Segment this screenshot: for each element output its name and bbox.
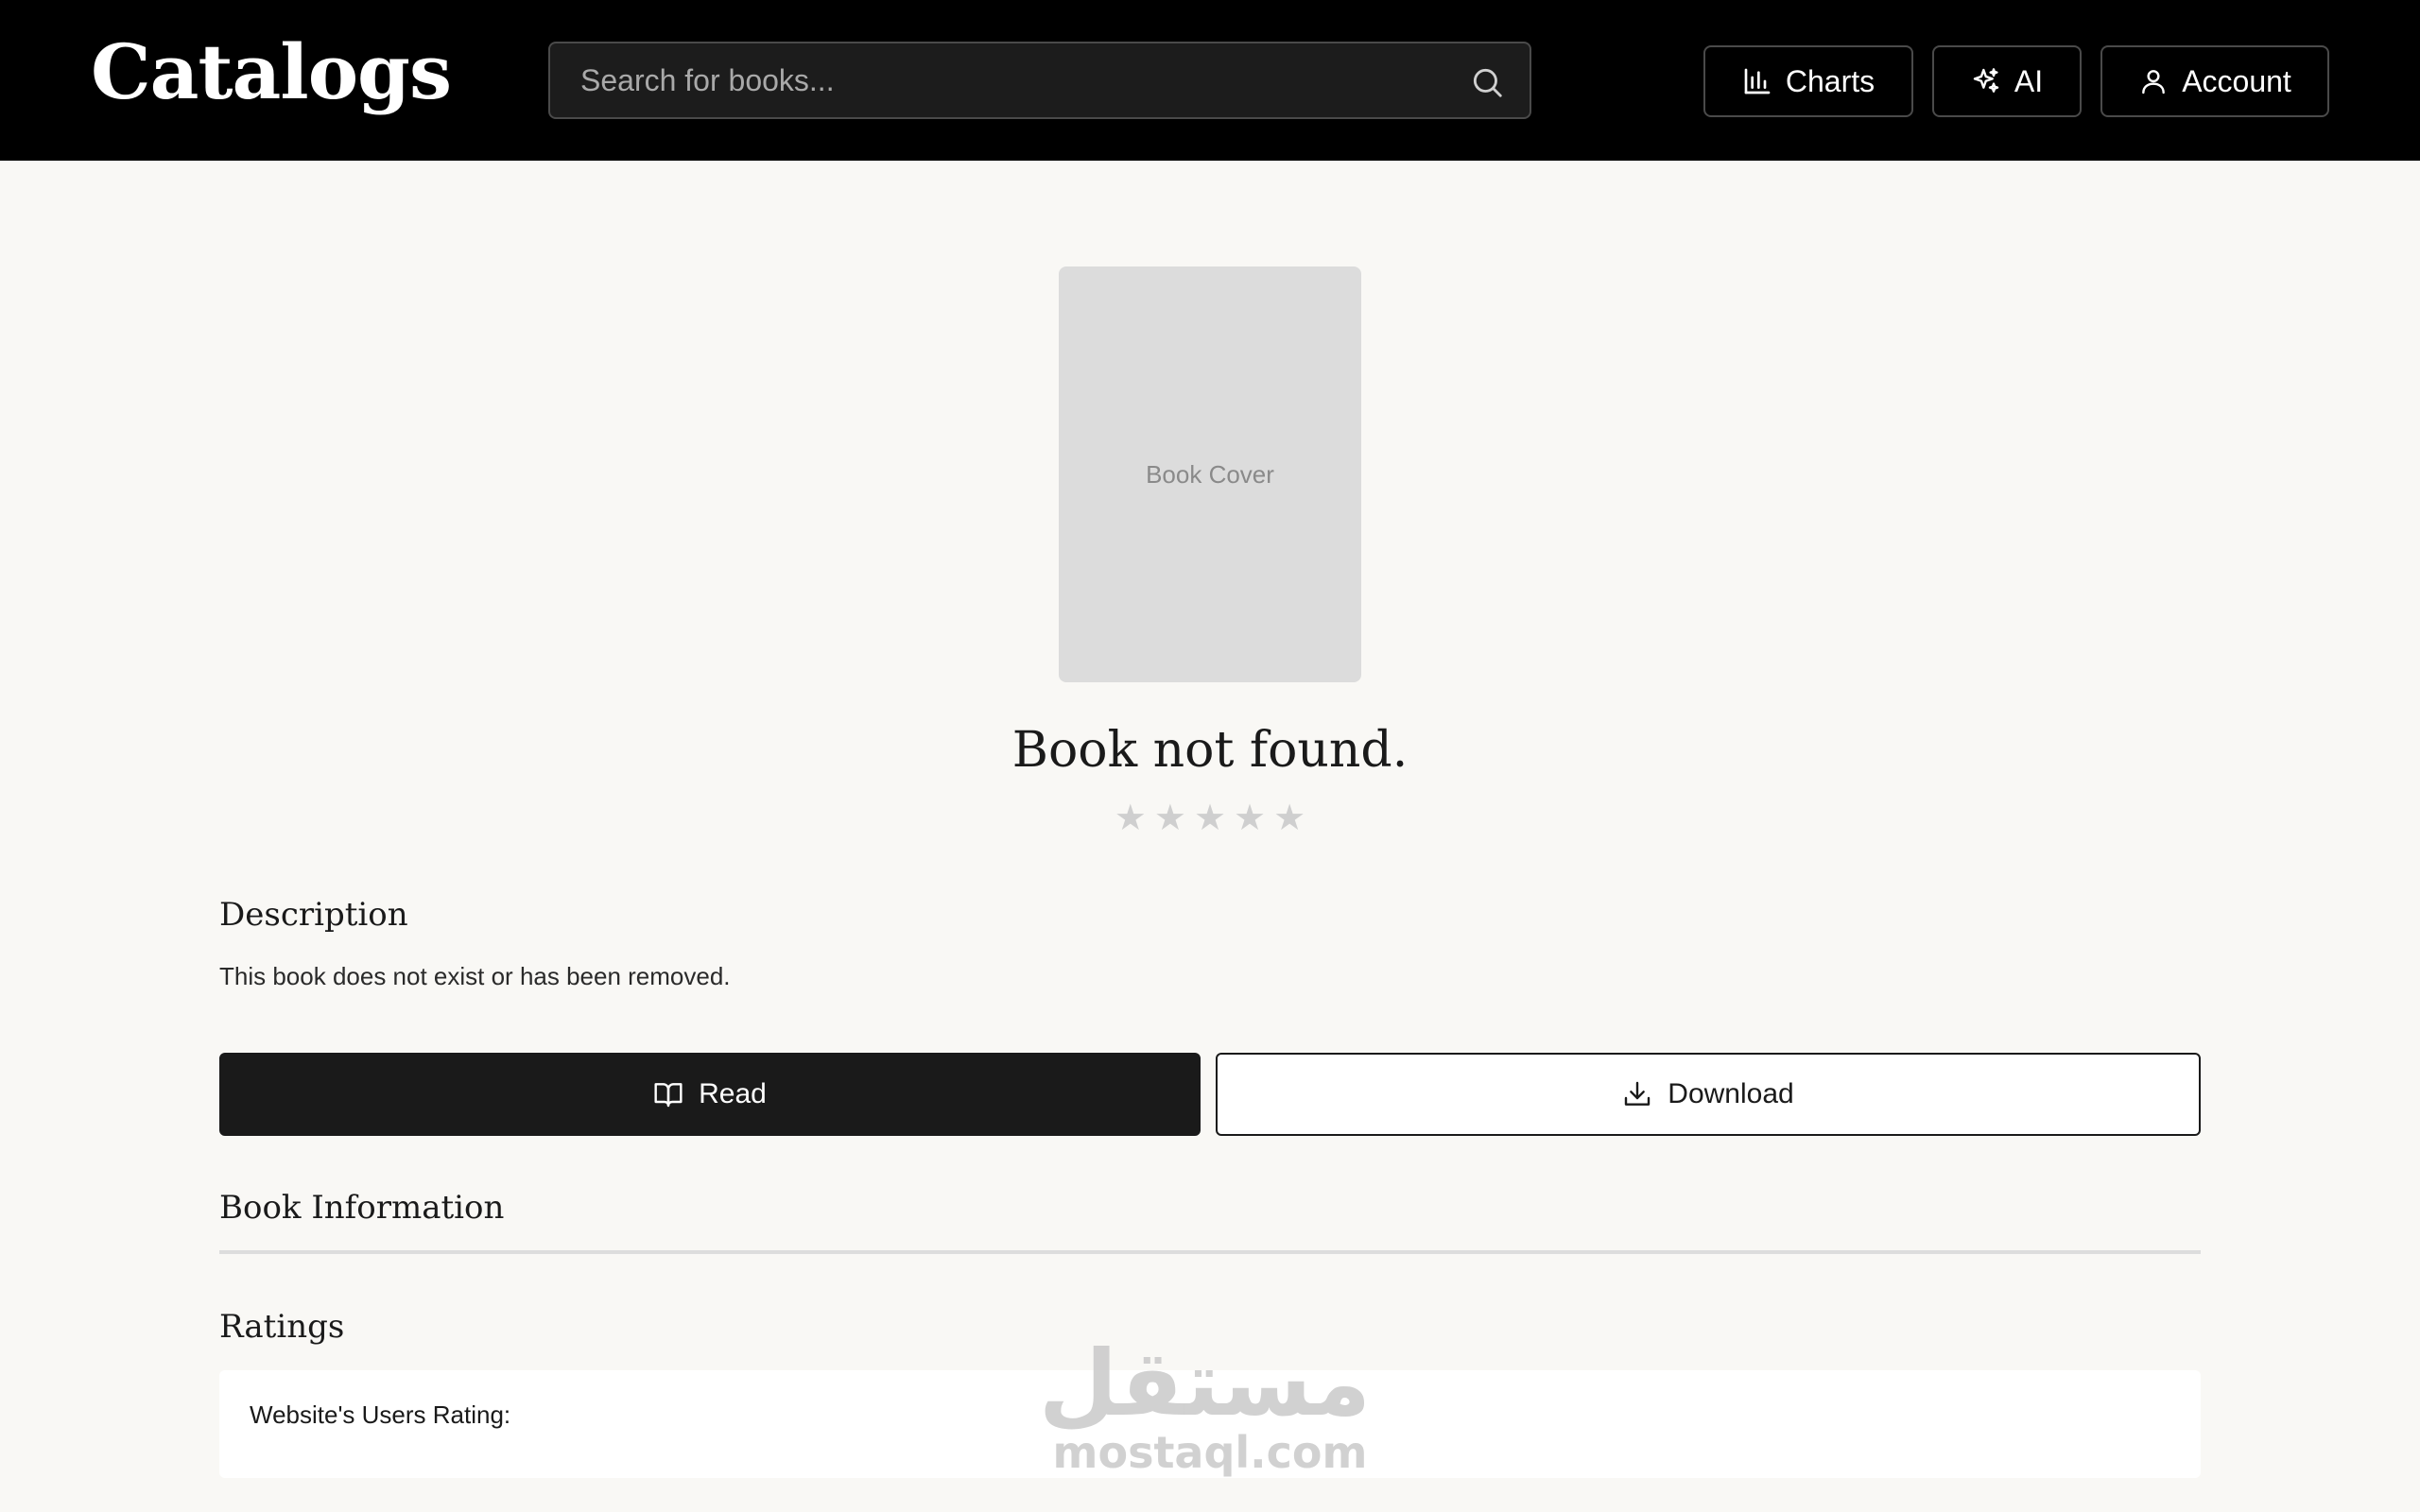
open-book-icon — [654, 1083, 683, 1108]
star-rating[interactable]: ★ ★ ★ ★ ★ — [0, 799, 2420, 835]
search-icon[interactable] — [1469, 64, 1505, 100]
download-button[interactable]: Download — [1216, 1053, 2201, 1136]
read-button[interactable]: Read — [219, 1053, 1201, 1136]
ratings-heading: Ratings — [219, 1308, 345, 1346]
book-cover-label: Book Cover — [1146, 459, 1274, 489]
user-icon — [2142, 70, 2166, 94]
star-icon[interactable]: ★ — [1273, 799, 1305, 835]
account-button[interactable]: Account — [2100, 45, 2329, 117]
section-divider — [219, 1250, 2201, 1254]
book-cover-placeholder: Book Cover — [1059, 266, 1361, 682]
users-rating-label: Website's Users Rating: — [250, 1400, 511, 1429]
download-button-label: Download — [1668, 1078, 1794, 1109]
ai-button-label: AI — [2014, 63, 2044, 98]
charts-button-label: Charts — [1785, 63, 1876, 98]
star-icon[interactable]: ★ — [1154, 799, 1186, 835]
ai-button[interactable]: AI — [1932, 45, 2082, 117]
top-navigation-bar: Catalogs Charts AI Account — [0, 0, 2420, 161]
star-icon[interactable]: ★ — [1194, 799, 1226, 835]
account-button-label: Account — [2182, 63, 2291, 98]
sparkles-icon — [1973, 68, 1999, 93]
brand-logo[interactable]: Catalogs — [91, 34, 452, 110]
description-text: This book does not exist or has been rem… — [219, 962, 731, 990]
description-heading: Description — [219, 896, 408, 934]
star-icon[interactable]: ★ — [1234, 799, 1266, 835]
star-icon[interactable]: ★ — [1115, 799, 1147, 835]
read-button-label: Read — [699, 1078, 767, 1109]
book-title: Book not found. — [1011, 722, 1409, 779]
book-information-heading: Book Information — [219, 1189, 505, 1227]
search-input[interactable] — [550, 43, 1530, 117]
bar-chart-icon — [1744, 68, 1771, 94]
search-bar — [548, 42, 1531, 119]
charts-button[interactable]: Charts — [1703, 45, 1913, 117]
download-icon — [1625, 1081, 1651, 1106]
users-rating-card: Website's Users Rating: — [219, 1370, 2201, 1478]
